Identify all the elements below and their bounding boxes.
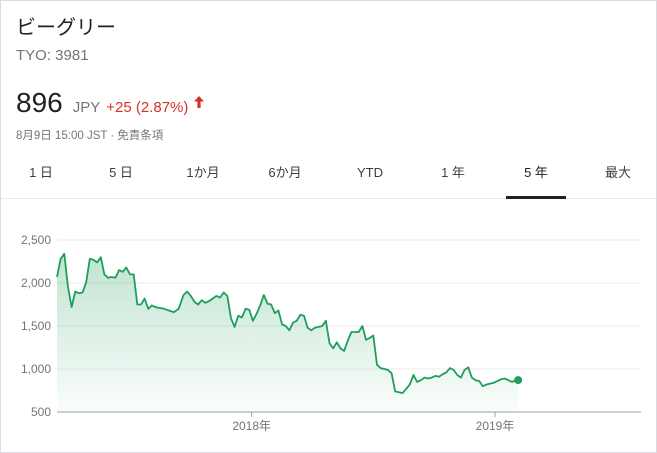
quote-meta: 8月9日 15:00 JST · 免責条項	[16, 127, 163, 143]
y-tick-label: 2,500	[21, 233, 51, 247]
company-name[interactable]: ビーグリー	[16, 11, 116, 40]
tab-6-month[interactable]: 6か月	[245, 155, 325, 199]
x-tick-label: 2019年	[476, 419, 515, 433]
x-tick-label: 2018年	[232, 419, 271, 433]
price-area	[57, 253, 519, 412]
tab-5-day[interactable]: 5 日	[81, 155, 161, 199]
price-chart[interactable]: 2,500 2,000 1,500 1,000 500 2018年 2019年	[1, 200, 656, 452]
tab-1-day[interactable]: 1 日	[1, 155, 81, 199]
disclaimer-link[interactable]: 免責条項	[117, 130, 163, 142]
range-tabs: 1 日 5 日 1か月 6か月 YTD 1 年 5 年 最大	[1, 155, 656, 199]
price-row: 896 JPY +25 (2.87%)	[16, 87, 205, 119]
price-change: +25 (2.87%)	[106, 99, 189, 116]
tab-max[interactable]: 最大	[578, 155, 657, 199]
meta-separator: ·	[110, 130, 115, 142]
y-tick-label: 2,000	[21, 276, 51, 290]
quote-time: 8月9日 15:00 JST	[16, 130, 108, 142]
last-price-dot	[514, 376, 523, 385]
y-tick-label: 1,000	[21, 362, 51, 376]
stock-price: 896	[16, 87, 63, 118]
y-tick-label: 1,500	[21, 319, 51, 333]
arrow-up-icon	[194, 96, 205, 108]
tab-1-month[interactable]: 1か月	[163, 155, 243, 199]
stock-card: ビーグリー TYO: 3981 896 JPY +25 (2.87%) 8月9日…	[0, 0, 657, 453]
tab-1-year[interactable]: 1 年	[413, 155, 493, 199]
tab-5-year[interactable]: 5 年	[496, 155, 576, 199]
ticker-symbol: TYO: 3981	[16, 47, 89, 64]
currency-label: JPY	[72, 99, 101, 116]
y-tick-label: 500	[31, 405, 51, 419]
tab-ytd[interactable]: YTD	[330, 155, 410, 199]
